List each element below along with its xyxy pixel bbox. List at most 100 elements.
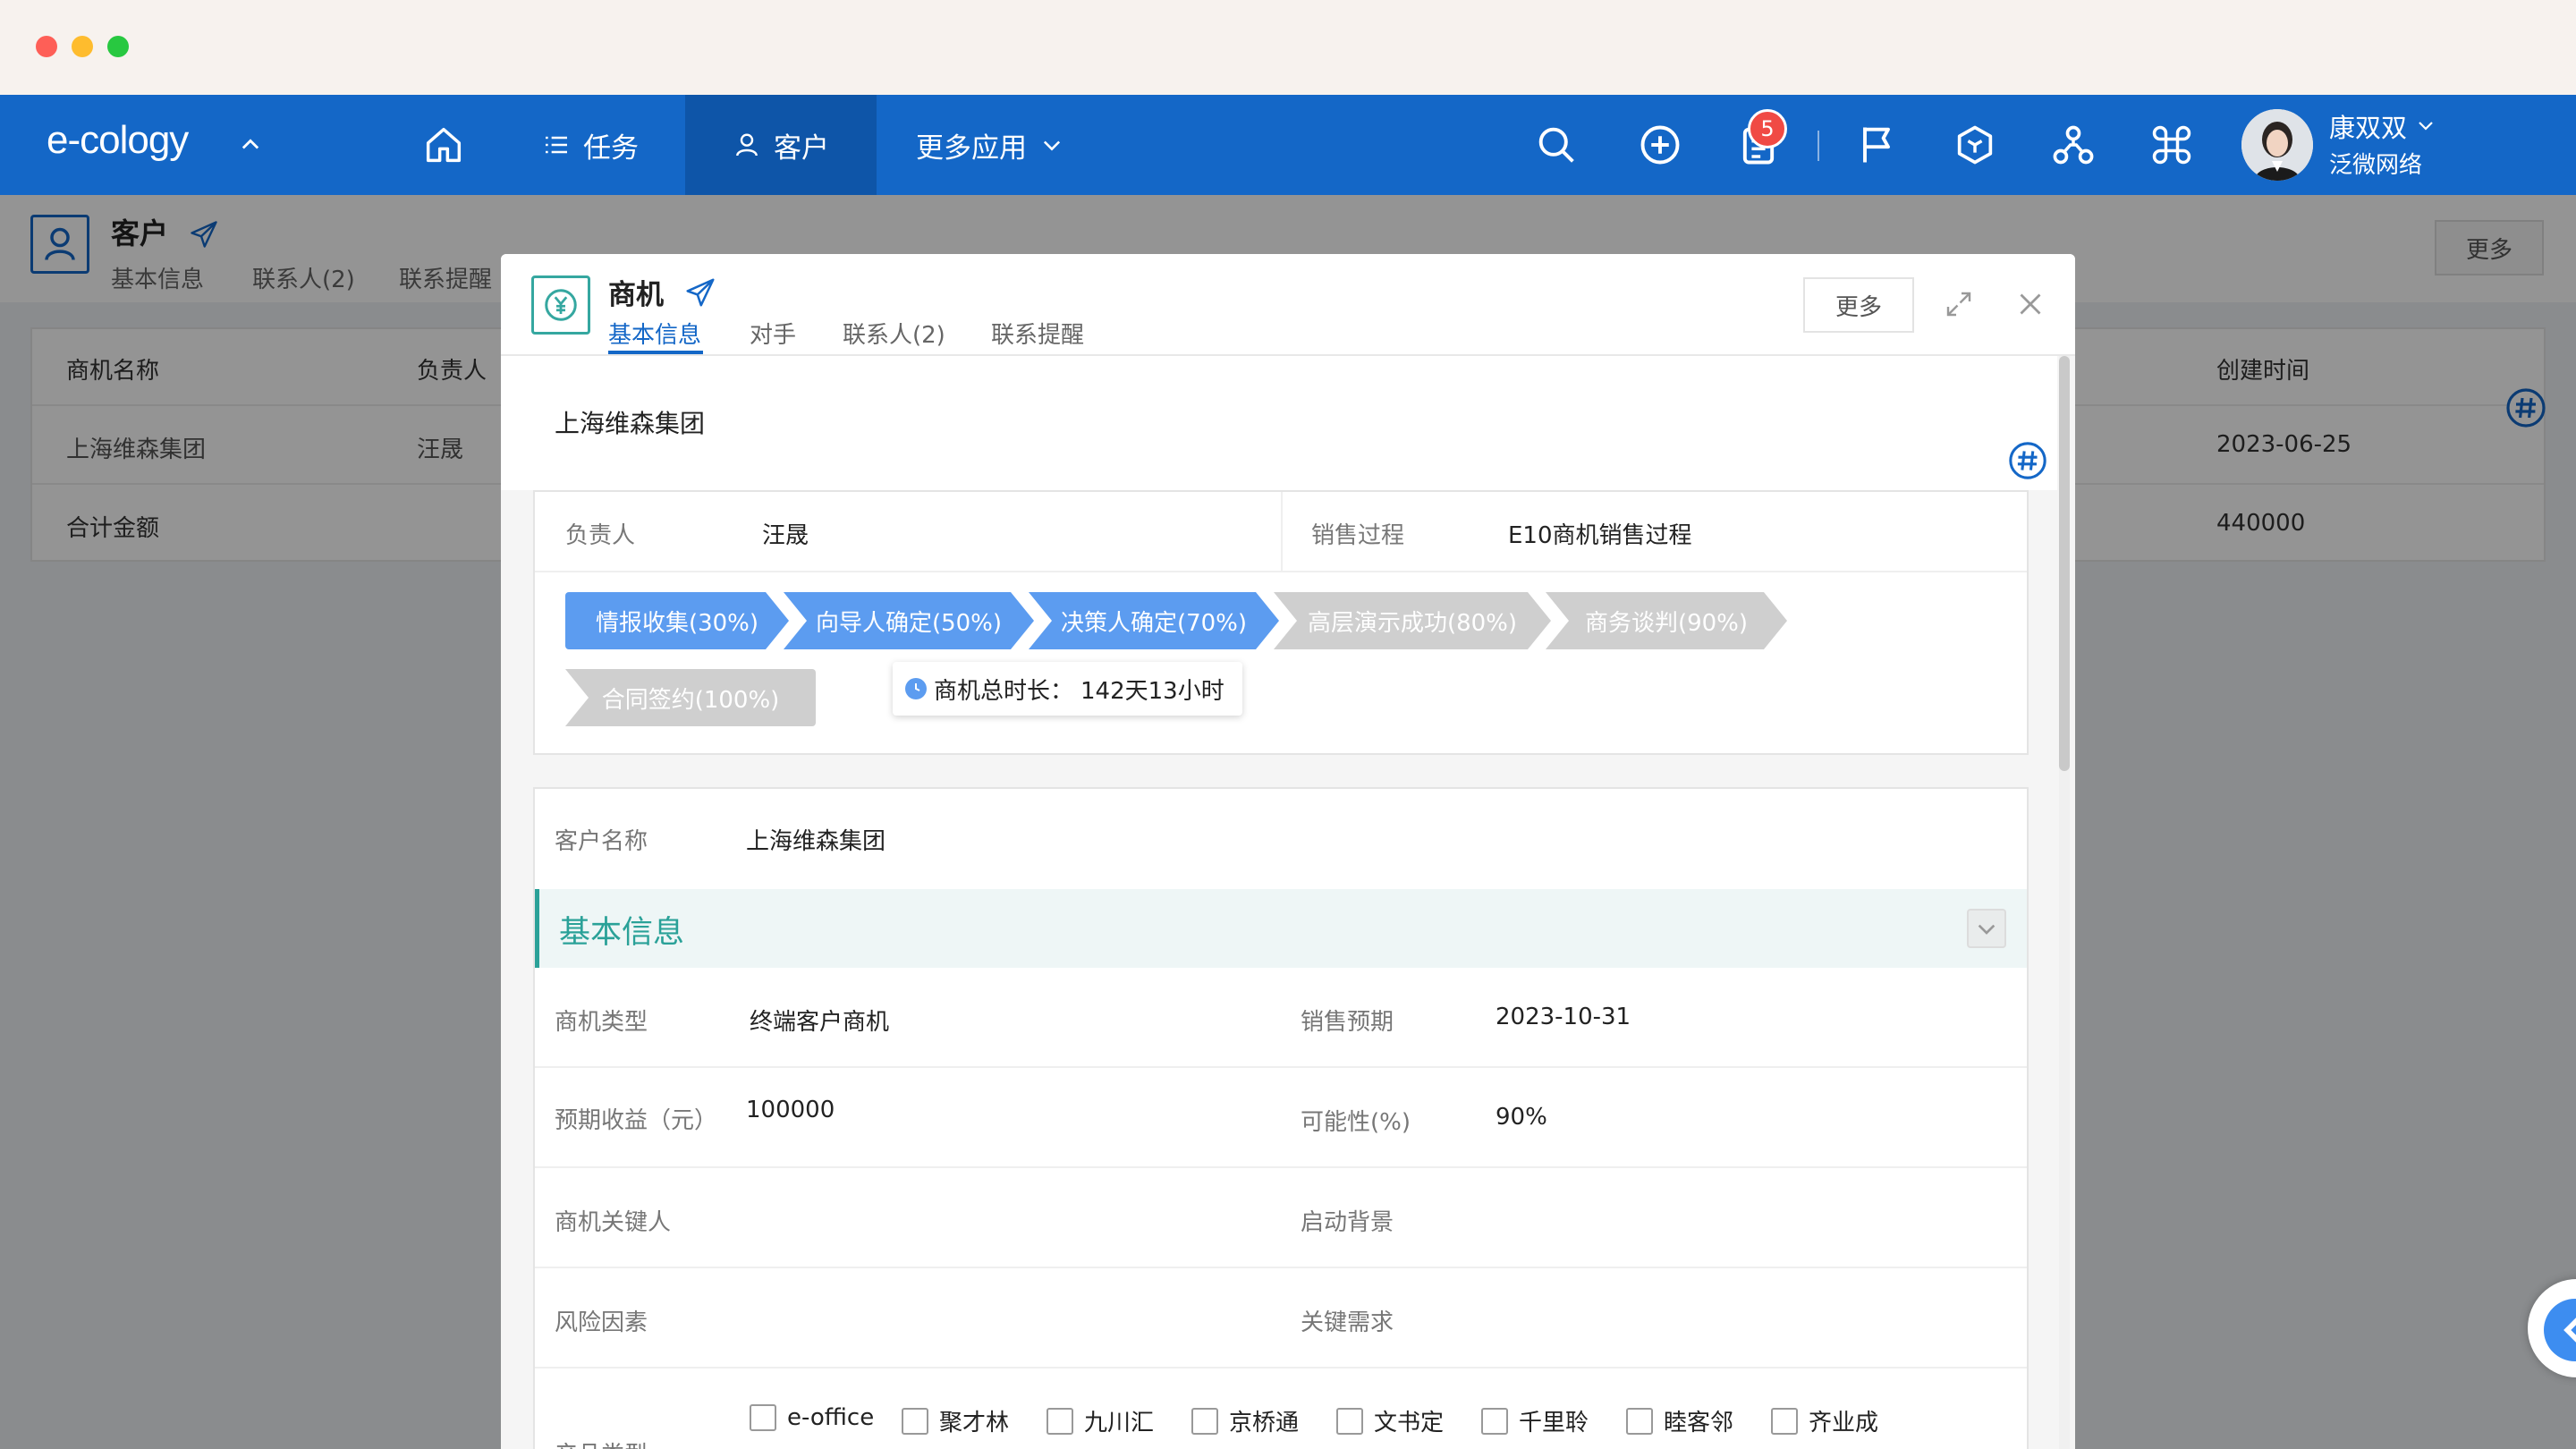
duration-value: 142天13小时 [1080, 677, 1224, 705]
sales-process-value: E10商机销售过程 [1508, 522, 1692, 549]
field-row: 风险因素 关键需求 [535, 1268, 2027, 1368]
user-menu-chevron-icon[interactable] [2415, 114, 2436, 136]
customer-name-value[interactable]: 上海维森集团 [746, 823, 886, 856]
window-titlebar [0, 0, 2576, 95]
product-checkbox[interactable]: 齐业成 [1771, 1404, 1878, 1437]
cube-icon[interactable] [1952, 122, 1998, 168]
tab-competitors[interactable]: 对手 [750, 317, 796, 350]
checkbox-label: e-office [787, 1404, 875, 1431]
stage-label: 决策人确定(70%) [1060, 609, 1248, 637]
owner-label: 负责人 [565, 522, 636, 549]
section-basic-info[interactable]: 基本信息 [535, 889, 2027, 968]
nav-customer-label: 客户 [774, 131, 829, 165]
home-icon[interactable] [420, 122, 467, 168]
expected-sales-label: 销售预期 [1301, 1009, 1394, 1036]
product-checkbox[interactable]: 聚才林 [902, 1404, 1009, 1437]
nav-tasks-label: 任务 [583, 131, 639, 165]
checkbox-label: 九川汇 [1084, 1410, 1155, 1436]
checkbox-box[interactable] [1336, 1407, 1363, 1435]
checkbox-label: 文书定 [1374, 1410, 1445, 1436]
probability-label: 可能性(%) [1301, 1109, 1411, 1136]
checkbox-label: 齐业成 [1809, 1410, 1879, 1436]
owner-value[interactable]: 汪晟 [762, 517, 809, 550]
avatar[interactable] [2241, 109, 2313, 181]
stage-label: 向导人确定(50%) [815, 609, 1003, 637]
checkbox-box[interactable] [1191, 1407, 1218, 1435]
duration-tooltip: 商机总时长： 142天13小时 [893, 662, 1242, 716]
checkbox-box[interactable] [1771, 1407, 1798, 1435]
expected-sales-value[interactable]: 2023-10-31 [1496, 1004, 1631, 1030]
scrollbar-thumb[interactable] [2059, 356, 2070, 771]
hashtag-chat-icon[interactable] [2007, 440, 2048, 481]
company-name: 上海维森集团 [555, 409, 706, 438]
nav-more-apps[interactable]: 更多应用 [916, 95, 1064, 195]
checkbox-box[interactable] [750, 1404, 776, 1431]
expand-icon[interactable] [1943, 288, 1975, 320]
stage-step[interactable]: 情报收集(30%) [565, 592, 789, 649]
customer-name-label: 客户名称 [555, 828, 648, 855]
user-org: 泛微网络 [2329, 152, 2423, 179]
chevron-up-icon[interactable] [238, 132, 263, 157]
tab-contacts[interactable]: 联系人(2) [843, 317, 945, 350]
stage-step[interactable]: 合同签约(100%) [565, 669, 816, 726]
risk-label: 风险因素 [555, 1309, 648, 1336]
section-collapse-button[interactable] [1967, 909, 2006, 948]
checkbox-box[interactable] [1626, 1407, 1653, 1435]
org-structure-icon[interactable] [2050, 122, 2097, 168]
tab-reminders[interactable]: 联系提醒 [991, 317, 1084, 350]
notification-badge: 5 [1748, 109, 1787, 148]
details-card: 客户名称 上海维森集团 基本信息 商机类型 终端客户商机 销售预期 2023-1… [533, 787, 2029, 1449]
stage-step[interactable]: 向导人确定(50%) [784, 592, 1034, 649]
nav-customer[interactable]: 客户 [685, 95, 877, 195]
send-icon[interactable] [683, 275, 717, 309]
close-window-button[interactable] [36, 36, 57, 57]
checkbox-label: 聚才林 [939, 1410, 1010, 1436]
stage-step[interactable]: 决策人确定(70%) [1029, 592, 1279, 649]
product-checkbox[interactable]: e-office [750, 1404, 874, 1431]
key-person-label: 商机关键人 [555, 1209, 672, 1236]
owner-row: 负责人 汪晟 销售过程 E10商机销售过程 [535, 492, 2027, 572]
close-icon[interactable] [2014, 288, 2046, 320]
product-checkbox[interactable]: 睦客邻 [1626, 1404, 1733, 1437]
flag-icon[interactable] [1853, 122, 1900, 168]
user-icon [736, 133, 758, 157]
command-icon[interactable] [2148, 122, 2195, 168]
checkbox-box[interactable] [902, 1407, 928, 1435]
key-needs-label: 关键需求 [1301, 1309, 1394, 1336]
checkbox-label: 千里聆 [1519, 1410, 1589, 1436]
type-label: 商机类型 [555, 1009, 648, 1036]
scrollbar[interactable] [2059, 356, 2070, 1449]
stage-step[interactable]: 高层演示成功(80%) [1274, 592, 1551, 649]
product-checkbox[interactable]: 千里聆 [1481, 1404, 1589, 1437]
type-value[interactable]: 终端客户商机 [750, 1004, 889, 1037]
nav-tasks[interactable]: 任务 [542, 95, 639, 195]
modal-more-button[interactable]: 更多 [1803, 277, 1914, 333]
sales-process-label: 销售过程 [1311, 522, 1405, 549]
product-checkbox[interactable]: 文书定 [1336, 1404, 1444, 1437]
active-tab-indicator [608, 351, 703, 354]
modal-body: 上海维森集团 负责人 汪晟 销售过程 E10商机销售过程 情报收集(30%) 向… [501, 356, 2075, 1449]
tab-basic-info[interactable]: 基本信息 [608, 317, 701, 350]
field-row: 商机类型 终端客户商机 销售预期 2023-10-31 [535, 968, 2027, 1068]
add-circle-icon[interactable] [1637, 122, 1683, 168]
checkbox-box[interactable] [1481, 1407, 1508, 1435]
company-strip: 上海维森集团 [501, 356, 2057, 490]
minimize-window-button[interactable] [72, 36, 93, 57]
side-panel-toggle-inner [2544, 1299, 2576, 1361]
probability-value[interactable]: 90% [1496, 1104, 1547, 1131]
app-logo[interactable]: e-cology [47, 118, 189, 163]
checkbox-box[interactable] [1046, 1407, 1073, 1435]
list-icon [546, 136, 567, 154]
product-checkbox[interactable]: 九川汇 [1046, 1404, 1154, 1437]
user-photo-icon [2241, 109, 2313, 181]
currency-icon [531, 275, 590, 335]
product-checkbox[interactable]: 京桥通 [1191, 1404, 1299, 1437]
user-name[interactable]: 康双双 [2329, 107, 2407, 145]
revenue-value[interactable]: 100000 [746, 1097, 835, 1123]
revenue-label: 预期收益（元） [555, 1107, 718, 1134]
search-icon[interactable] [1533, 122, 1580, 168]
maximize-window-button[interactable] [107, 36, 129, 57]
checkbox-label: 京桥通 [1229, 1410, 1300, 1436]
field-row: 商机关键人 启动背景 [535, 1168, 2027, 1268]
stage-step[interactable]: 商务谈判(90%) [1546, 592, 1787, 649]
